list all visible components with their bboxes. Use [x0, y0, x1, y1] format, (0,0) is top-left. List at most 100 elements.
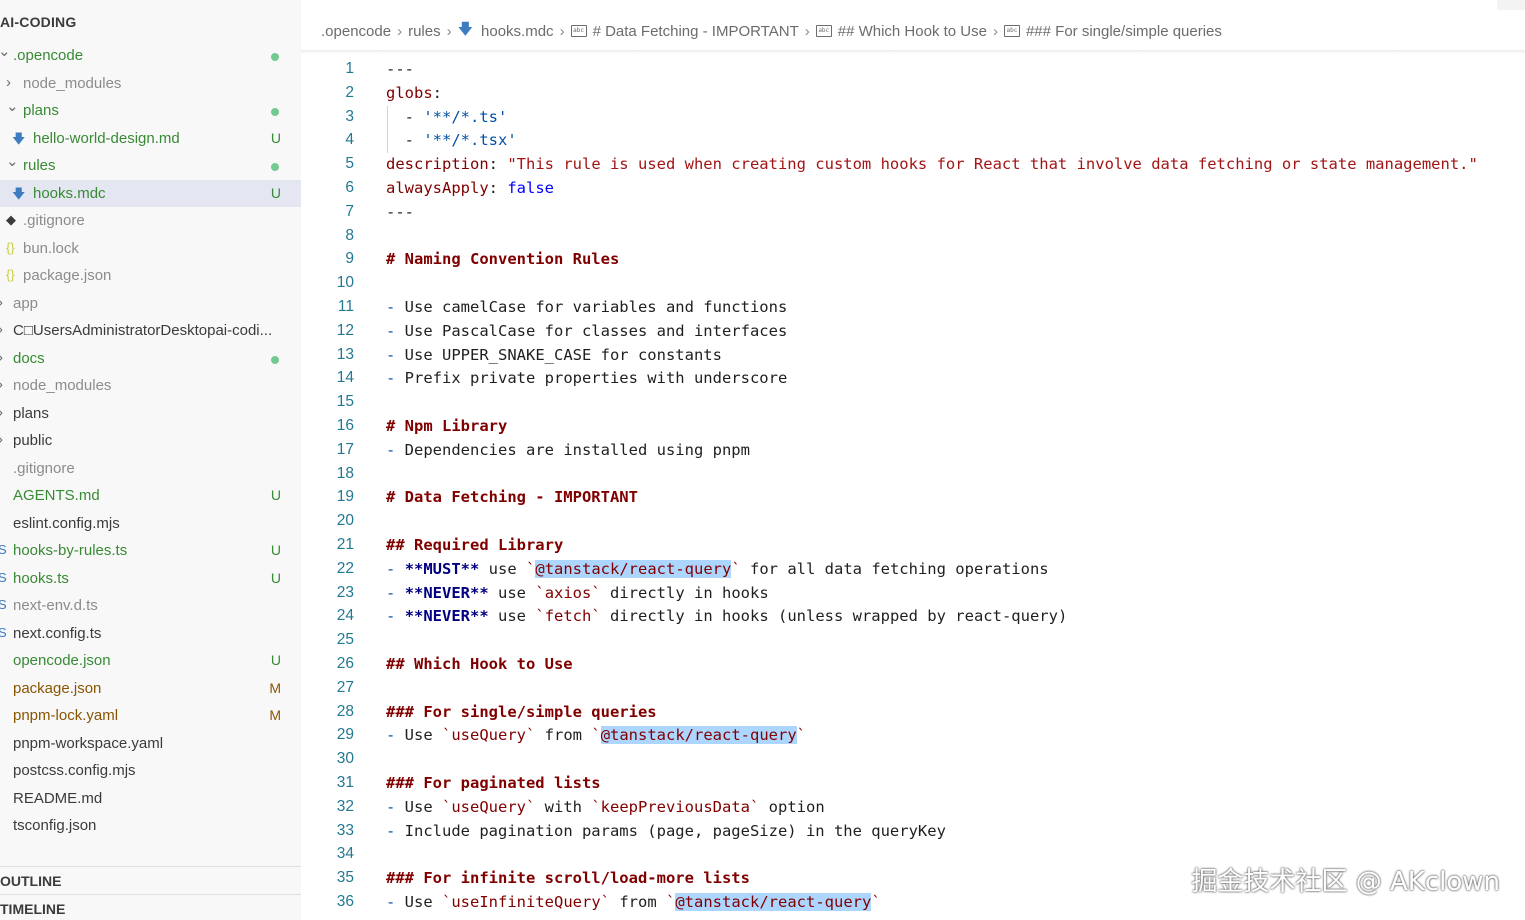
tree-item[interactable]: › node_modules [0, 372, 301, 400]
chevron-right-icon[interactable]: › [0, 431, 3, 448]
chevron-right-icon[interactable]: › [0, 404, 3, 421]
string-symbol-icon: abc [570, 25, 587, 37]
code-line[interactable]: 16 # Npm Library [301, 415, 1525, 439]
tree-item[interactable]: ⌄ rules [0, 152, 301, 180]
chevron-right-icon[interactable]: › [0, 294, 3, 311]
chevron-right-icon[interactable]: › [0, 321, 3, 338]
line-number: 18 [336, 464, 354, 482]
chevron-right-icon[interactable]: › [6, 74, 11, 91]
code-line[interactable]: 30 [301, 748, 1525, 772]
tree-item[interactable]: opencode.json U [0, 647, 301, 675]
tree-item[interactable]: Snext-env.d.ts [0, 592, 301, 620]
code-line[interactable]: 27 [301, 677, 1525, 701]
tree-item-label: eslint.config.mjs [13, 514, 120, 532]
code-line[interactable]: 13 - Use UPPER_SNAKE_CASE for constants [301, 344, 1525, 368]
tree-item[interactable]: package.json M [0, 675, 301, 703]
tree-item[interactable]: postcss.config.mjs [0, 757, 301, 785]
code-line[interactable]: 8 [301, 225, 1525, 249]
code-line[interactable]: 24 - **NEVER** use `fetch` directly in ho… [301, 605, 1525, 629]
breadcrumb-item[interactable]: rules [408, 23, 441, 40]
tree-item[interactable]: Snext.config.ts [0, 620, 301, 648]
breadcrumb-item[interactable]: abc ### For single/simple queries [1003, 23, 1222, 40]
code-line[interactable]: 14 - Prefix private properties with under… [301, 367, 1525, 391]
tree-item[interactable]: AGENTS.md U [0, 482, 301, 510]
breadcrumb-separator-icon: › [446, 22, 452, 40]
breadcrumb-separator-icon: › [559, 22, 565, 40]
tree-item[interactable]: ◆ .gitignore [0, 207, 301, 235]
code-line[interactable]: 20 [301, 510, 1525, 534]
code-line[interactable]: 12 - Use PascalCase for classes and inter… [301, 320, 1525, 344]
active-tab[interactable] [301, 0, 1497, 10]
code-line[interactable]: 23 - **NEVER** use `axios` directly in ho… [301, 582, 1525, 606]
code-line[interactable]: 21 ## Required Library [301, 534, 1525, 558]
tree-item-label: next-env.d.ts [13, 597, 98, 614]
code-line[interactable]: 6 alwaysApply: false [301, 177, 1525, 201]
code-line-text: ## Required Library [386, 535, 564, 554]
tree-item[interactable]: Shooks-by-rules.ts U [0, 537, 301, 565]
code-line[interactable]: 32 - Use `useQuery` with `keepPreviousDat… [301, 796, 1525, 820]
chevron-down-icon[interactable]: ⌄ [6, 97, 19, 115]
breadcrumb-label: rules [408, 22, 441, 40]
tree-item-label: package.json [23, 267, 112, 284]
tree-item[interactable]: › app [0, 290, 301, 318]
outline-panel-header[interactable]: OUTLINE [0, 866, 301, 893]
tree-item[interactable]: 🡇 hello-world-design.md U [0, 125, 301, 153]
code-line[interactable]: 7 --- [301, 201, 1525, 225]
code-line[interactable]: 29 - Use `useQuery` from `@tanstack/react… [301, 724, 1525, 748]
code-line[interactable]: 9 # Naming Convention Rules [301, 248, 1525, 272]
tree-item[interactable]: › public [0, 427, 301, 455]
code-line[interactable]: 19 # Data Fetching - IMPORTANT [301, 486, 1525, 510]
breadcrumb-separator-icon: › [397, 22, 403, 40]
chevron-down-icon[interactable]: ⌄ [0, 42, 11, 60]
code-line[interactable]: 15 [301, 391, 1525, 415]
code-line[interactable]: 31 ### For paginated lists [301, 772, 1525, 796]
tree-item[interactable]: 🡇 hooks.mdc U [0, 179, 301, 207]
code-line[interactable]: 26 ## Which Hook to Use [301, 653, 1525, 677]
tree-item[interactable]: eslint.config.mjs [0, 510, 301, 538]
chevron-right-icon[interactable]: › [0, 349, 3, 366]
tree-item[interactable]: › plans [0, 400, 301, 428]
chevron-right-icon[interactable]: › [0, 376, 3, 393]
code-line[interactable]: 5 description: "This rule is used when cr… [301, 153, 1525, 177]
code-line[interactable]: 3 - '**/*.ts' [301, 106, 1525, 130]
code-line[interactable]: 22 - **MUST** use `@tanstack/react-query`… [301, 558, 1525, 582]
code-line[interactable]: 2 globs: [301, 82, 1525, 106]
code-line[interactable]: 28 ### For single/simple queries [301, 701, 1525, 725]
breadcrumb: .opencode › rules › 🡇 hooks.mdc › abc # Data Fet… [321, 20, 1222, 42]
tree-item[interactable]: › node_modules [0, 70, 301, 98]
tree-item[interactable]: pnpm-lock.yaml M [0, 702, 301, 730]
tree-item[interactable]: README.md [0, 785, 301, 813]
code-line[interactable]: 25 [301, 629, 1525, 653]
code-line[interactable]: 4 - '**/*.tsx' [301, 129, 1525, 153]
tree-item[interactable]: ⌄ .opencode [0, 42, 301, 70]
tree-item[interactable]: {} package.json [0, 262, 301, 290]
tree-item[interactable]: tsconfig.json [0, 812, 301, 840]
breadcrumb-item[interactable]: 🡇 hooks.mdc [458, 19, 554, 44]
code-line[interactable]: 10 [301, 272, 1525, 296]
code-line[interactable]: 17 - Dependencies are installed using pnp… [301, 439, 1525, 463]
explorer-title[interactable]: AI-CODING [0, 14, 76, 30]
tree-item-label: .gitignore [23, 212, 85, 229]
code-editor[interactable]: 1 --- 2 globs: 3 - '**/*.ts' 4 - '**/*.tsx' 5 d… [301, 58, 1525, 915]
breadcrumb-item[interactable]: .opencode [321, 23, 391, 40]
tree-item[interactable]: .gitignore [0, 455, 301, 483]
tree-item[interactable]: Shooks.ts U [0, 565, 301, 593]
tree-item[interactable]: › C□UsersAdministratorDesktopai-codi... [0, 317, 301, 345]
breadcrumb-item[interactable]: abc # Data Fetching - IMPORTANT [570, 23, 799, 40]
code-line-text: - Dependencies are installed using pnpm [386, 440, 750, 459]
code-line[interactable]: 18 [301, 463, 1525, 487]
tree-item[interactable]: pnpm-workspace.yaml [0, 730, 301, 758]
chevron-down-icon[interactable]: ⌄ [6, 152, 19, 170]
tree-item[interactable]: ⌄ plans [0, 97, 301, 125]
timeline-panel-header[interactable]: TIMELINE [0, 894, 301, 920]
code-line[interactable]: 33 - Include pagination params (page, pag… [301, 820, 1525, 844]
breadcrumb-item[interactable]: abc ## Which Hook to Use [815, 23, 987, 40]
line-number: 15 [336, 393, 354, 411]
tree-item[interactable]: › docs [0, 345, 301, 373]
git-status-badge: U [270, 129, 281, 146]
code-line[interactable]: 1 --- [301, 58, 1525, 82]
code-line-text: ### For single/simple queries [386, 702, 657, 721]
tree-item[interactable]: {} bun.lock [0, 235, 301, 263]
code-line-text: - **MUST** use `@tanstack/react-query` f… [386, 559, 1049, 578]
code-line[interactable]: 11 - Use camelCase for variables and func… [301, 296, 1525, 320]
